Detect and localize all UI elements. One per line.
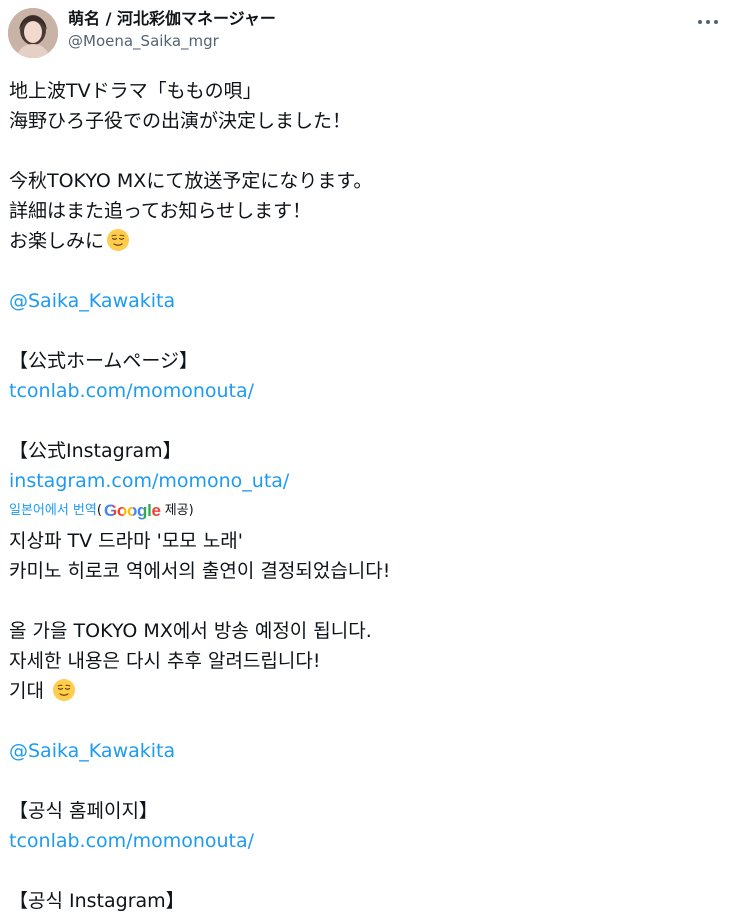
more-options-icon <box>706 20 710 24</box>
translated-text-line: 자세한 내용은 다시 추후 알려드립니다! <box>9 650 321 672</box>
relieved-face-emoji-icon <box>53 679 76 701</box>
more-options-icon <box>714 20 718 24</box>
translated-text-line: 카미노 히로코 역에서의 출연이 결정되었습니다! <box>9 560 391 582</box>
translated-text-line: 올 가을 TOKYO MX에서 방송 예정이 됩니다. <box>9 620 372 642</box>
instagram-link[interactable]: instagram.com/momono_uta/ <box>9 466 729 496</box>
homepage-label: 【公式ホームページ】 <box>9 350 199 372</box>
more-options-button[interactable] <box>691 8 725 36</box>
mention-link[interactable]: @Saika_Kawakita <box>9 286 729 316</box>
translated-text-line-with-emoji: 기대 <box>9 676 729 706</box>
tweet-text-line-with-emoji: お楽しみに <box>9 226 729 256</box>
tweet-body: 地上波TVドラマ「ももの唄」 海野ひろ子役での出演が決定しました！ 今秋TOKY… <box>9 76 729 916</box>
display-name[interactable]: 萌名 / 河北彩伽マネージャー <box>68 8 276 30</box>
tweet-text-line: 海野ひろ子役での出演が決定しました！ <box>9 110 352 132</box>
instagram-label: 【公式Instagram】 <box>9 440 182 462</box>
tweet-header: 萌名 / 河北彩伽マネージャー @Moena_Saika_mgr <box>0 0 737 70</box>
homepage-link[interactable]: tconlab.com/momonouta/ <box>9 376 729 406</box>
translated-text-line: 지상파 TV 드라마 '모모 노래' <box>9 530 244 552</box>
avatar-image <box>8 8 58 58</box>
more-options-icon <box>698 20 702 24</box>
google-logo: Google <box>104 496 161 526</box>
relieved-face-emoji-icon <box>107 229 130 251</box>
translation-provided-text: 제공) <box>164 503 194 518</box>
tweet-text-line: 地上波TVドラマ「ももの唄」 <box>9 80 262 102</box>
translated-homepage-link[interactable]: tconlab.com/momonouta/ <box>9 826 729 856</box>
tweet-text-line: 今秋TOKYO MXにて放送予定になります。 <box>9 170 373 192</box>
translated-mention-link[interactable]: @Saika_Kawakita <box>9 736 729 766</box>
translation-attribution: 일본어에서 번역 ( Google 제공) <box>9 496 729 526</box>
avatar[interactable] <box>8 8 58 58</box>
translated-from-link[interactable]: 일본어에서 번역 <box>9 496 97 526</box>
tweet-text-line: 詳細はまた追ってお知らせします！ <box>9 200 312 222</box>
google-wordmark: Google <box>103 501 161 520</box>
translated-homepage-label: 【공식 홈페이지】 <box>9 800 158 822</box>
translated-instagram-label: 【공식 Instagram】 <box>9 890 185 912</box>
translation-paren: ( <box>96 503 102 518</box>
tweet-text: お楽しみに <box>9 230 105 252</box>
author-block: 萌名 / 河北彩伽マネージャー @Moena_Saika_mgr <box>68 8 276 52</box>
author-handle[interactable]: @Moena_Saika_mgr <box>68 30 276 52</box>
translated-text: 기대 <box>9 680 44 702</box>
